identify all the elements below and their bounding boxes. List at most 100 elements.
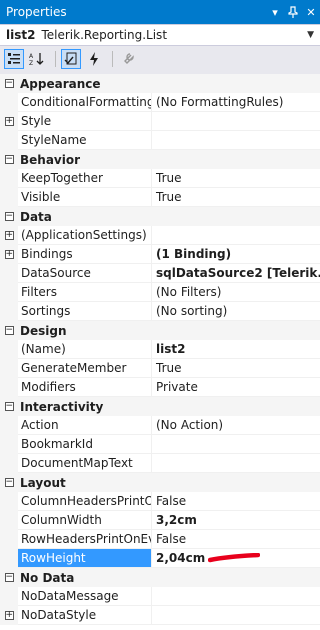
property-row[interactable]: + NoDataStyle [0,606,320,625]
property-value[interactable]: True [152,169,320,188]
property-row[interactable]: ConditionalFormatting (No FormattingRules… [0,93,320,112]
collapse-icon[interactable]: − [4,326,14,335]
property-name[interactable]: StyleName [18,131,152,150]
property-value[interactable]: True [152,359,320,378]
property-name[interactable]: Modifiers [18,378,152,397]
property-grid: − Appearance ConditionalFormatting (No Form… [0,74,320,630]
property-value[interactable]: (No sorting) [152,302,320,321]
property-name[interactable]: ColumnHeadersPrintOnE [18,492,152,511]
property-value[interactable]: 3,2cm [152,511,320,530]
property-value[interactable]: (No Filters) [152,283,320,302]
property-name[interactable]: RowHeadersPrintOnEver [18,530,152,549]
property-name[interactable]: KeepTogether [18,169,152,188]
property-name[interactable]: NoDataStyle [18,606,152,625]
property-row[interactable]: BookmarkId [0,435,320,454]
property-value[interactable] [152,435,320,454]
collapse-icon[interactable]: − [4,402,14,411]
chevron-down-icon[interactable]: ▼ [307,30,314,40]
property-pages-icon[interactable] [118,49,138,69]
property-name[interactable]: ConditionalFormatting [18,93,152,112]
property-row[interactable]: + Bindings (1 Binding) [0,245,320,264]
property-row[interactable]: StyleName [0,131,320,150]
collapse-icon[interactable]: − [4,155,14,164]
category-label: Layout [20,475,66,490]
property-name[interactable]: BookmarkId [18,435,152,454]
property-value[interactable]: (1 Binding) [152,245,320,264]
pin-icon[interactable] [284,2,302,22]
object-selector[interactable]: list2 Telerik.Reporting.List ▼ [0,24,320,46]
property-value[interactable]: Private [152,378,320,397]
property-row[interactable]: (Name) list2 [0,340,320,359]
property-row[interactable]: Sortings (No sorting) [0,302,320,321]
property-row[interactable]: ColumnHeadersPrintOnEFalse [0,492,320,511]
property-name[interactable]: (ApplicationSettings) [18,226,152,245]
property-row[interactable]: RowHeight 2,04cm [0,549,320,568]
category-design[interactable]: − Design [0,321,320,340]
property-value[interactable]: False [152,530,320,549]
close-icon[interactable]: ✕ [302,2,320,22]
properties-icon[interactable] [61,49,81,69]
property-value[interactable] [152,587,320,606]
property-row[interactable]: DataSourcesqlDataSource2 [Telerik.Rep [0,264,320,283]
property-value[interactable] [152,454,320,473]
property-row[interactable]: ColumnWidth 3,2cm [0,511,320,530]
category-data[interactable]: − Data [0,207,320,226]
expand-icon[interactable]: + [4,611,14,620]
property-value[interactable] [152,606,320,625]
property-name[interactable]: (Name) [18,340,152,359]
row-gutter: − [0,74,18,93]
property-name[interactable]: GenerateMember [18,359,152,378]
alphabetical-icon[interactable]: AZ [27,49,47,69]
expand-icon[interactable]: + [4,231,14,240]
property-value[interactable] [152,226,320,245]
property-name[interactable]: ColumnWidth [18,511,152,530]
property-row[interactable]: + Style [0,112,320,131]
property-row[interactable]: GenerateMember True [0,359,320,378]
category-no-data[interactable]: − No Data [0,568,320,587]
row-gutter: + [0,606,18,625]
property-row[interactable]: KeepTogether True [0,169,320,188]
property-name[interactable]: Filters [18,283,152,302]
property-row[interactable]: Filters (No Filters) [0,283,320,302]
property-row[interactable]: Action (No Action) [0,416,320,435]
property-name[interactable]: DocumentMapText [18,454,152,473]
category-layout[interactable]: − Layout [0,473,320,492]
property-name[interactable]: RowHeight [18,549,152,568]
property-value[interactable]: True [152,188,320,207]
category-appearance[interactable]: − Appearance [0,74,320,93]
property-row[interactable]: RowHeadersPrintOnEverFalse [0,530,320,549]
category-interactivity[interactable]: − Interactivity [0,397,320,416]
collapse-icon[interactable]: − [4,573,14,582]
property-value[interactable]: False [152,492,320,511]
collapse-icon[interactable]: − [4,79,14,88]
property-row[interactable]: DocumentMapText [0,454,320,473]
property-name[interactable]: Action [18,416,152,435]
expand-icon[interactable]: + [4,250,14,259]
row-gutter [0,264,18,283]
category-label: Interactivity [20,399,104,414]
collapse-icon[interactable]: − [4,212,14,221]
dropdown-icon[interactable]: ▾ [266,2,284,22]
property-name[interactable]: Sortings [18,302,152,321]
property-name[interactable]: DataSource [18,264,152,283]
property-name[interactable]: Style [18,112,152,131]
property-name[interactable]: Visible [18,188,152,207]
property-value[interactable] [152,131,320,150]
events-icon[interactable] [84,49,104,69]
categorized-icon[interactable] [4,49,24,69]
property-row[interactable]: + (ApplicationSettings) [0,226,320,245]
property-name[interactable]: Bindings [18,245,152,264]
property-value[interactable] [152,112,320,131]
expand-icon[interactable]: + [4,117,14,126]
property-value[interactable]: (No FormattingRules) [152,93,320,112]
collapse-icon[interactable]: − [4,478,14,487]
property-value[interactable]: list2 [152,340,320,359]
row-gutter: − [0,473,18,492]
property-name[interactable]: NoDataMessage [18,587,152,606]
property-row[interactable]: NoDataMessage [0,587,320,606]
property-value[interactable]: sqlDataSource2 [Telerik.Rep [152,264,320,283]
property-value[interactable]: (No Action) [152,416,320,435]
property-row[interactable]: Visible True [0,188,320,207]
category-behavior[interactable]: − Behavior [0,150,320,169]
property-row[interactable]: Modifiers Private [0,378,320,397]
